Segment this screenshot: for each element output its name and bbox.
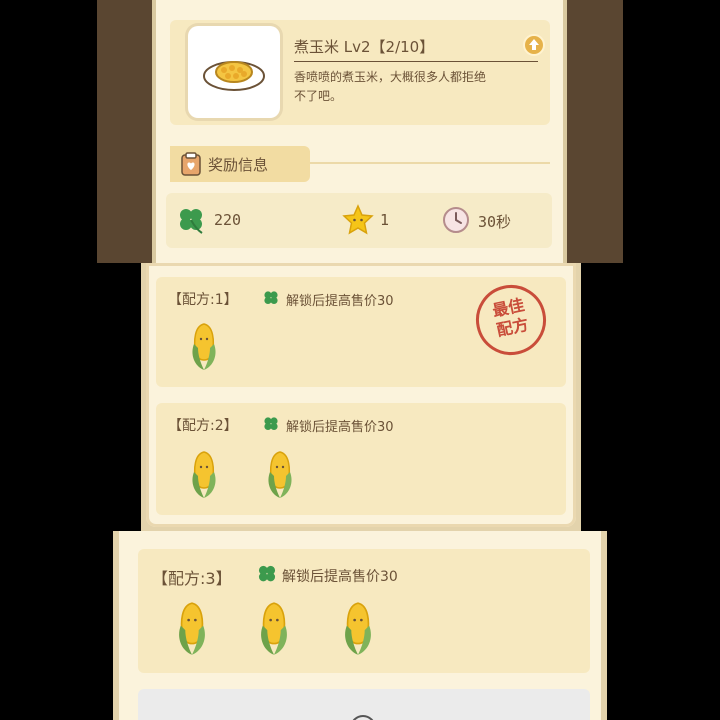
item-image-frame xyxy=(188,26,280,118)
reward-section-title: 奖励信息 xyxy=(208,156,269,174)
clover-icon xyxy=(258,565,276,582)
reward-section-line xyxy=(310,162,550,164)
background-scenery-left xyxy=(97,0,152,263)
segment-middle: 【配方:1】 解锁后提高售价30 最佳 配方 【配方:2】 解锁后提高售价30 xyxy=(141,263,581,531)
recipe-1-label: 【配方:1】 xyxy=(168,292,238,308)
clover-icon xyxy=(264,417,278,430)
clover-icon xyxy=(264,291,278,304)
clover-icon xyxy=(180,209,203,234)
locked-recipe-card[interactable] xyxy=(138,689,590,720)
segment-top: 煮玉米 Lv2【2/10】 香喷喷的煮玉米，大概很多人都拒绝 不了吧。 奖励信息 xyxy=(97,0,623,263)
clover-value: 220 xyxy=(214,211,242,229)
reward-values-row: 220 1 30秒 xyxy=(166,193,552,248)
item-name: 煮玉米 Lv2【2/10】 xyxy=(294,38,435,56)
corn-icon xyxy=(264,450,296,504)
recipe-card-2[interactable]: 【配方:2】 解锁后提高售价30 xyxy=(156,403,566,515)
star-value: 1 xyxy=(380,211,390,229)
reward-section-header: 奖励信息 xyxy=(170,146,310,182)
corn-icon xyxy=(188,322,220,376)
time-value: 30秒 xyxy=(478,213,512,231)
corn-icon xyxy=(340,601,376,661)
recipe-2-bonus: 解锁后提高售价30 xyxy=(286,420,394,435)
info-panel: 煮玉米 Lv2【2/10】 香喷喷的煮玉米，大概很多人都拒绝 不了吧。 奖励信息 xyxy=(152,0,567,263)
best-recipe-stamp: 最佳 配方 xyxy=(469,278,553,362)
item-header-card: 煮玉米 Lv2【2/10】 香喷喷的煮玉米，大概很多人都拒绝 不了吧。 xyxy=(170,20,550,125)
recipe-card-1[interactable]: 【配方:1】 解锁后提高售价30 最佳 配方 xyxy=(156,277,566,387)
boiled-corn-dish-icon xyxy=(203,61,265,91)
item-description-line1: 香喷喷的煮玉米，大概很多人都拒绝 xyxy=(294,70,487,84)
corn-icon xyxy=(256,601,292,661)
corn-icon xyxy=(188,450,220,504)
recipe-3-label: 【配方:3】 xyxy=(152,569,232,588)
item-description-line2: 不了吧。 xyxy=(294,89,343,103)
corn-icon xyxy=(174,601,210,661)
clipboard-heart-icon xyxy=(181,152,201,176)
background-scenery-right xyxy=(567,0,623,263)
arrow-up-icon xyxy=(529,39,539,50)
item-name-underline xyxy=(294,61,538,62)
lock-icon xyxy=(350,715,376,720)
star-icon xyxy=(342,204,374,235)
recipe-card-3[interactable]: 【配方:3】 解锁后提高售价30 xyxy=(138,549,590,673)
segment-bottom: 【配方:3】 解锁后提高售价30 xyxy=(113,531,607,720)
recipe-2-label: 【配方:2】 xyxy=(168,418,238,434)
upgrade-button[interactable] xyxy=(523,34,545,56)
recipe-1-bonus: 解锁后提高售价30 xyxy=(286,294,394,309)
recipe-3-bonus: 解锁后提高售价30 xyxy=(282,569,398,585)
clock-icon xyxy=(443,207,469,233)
